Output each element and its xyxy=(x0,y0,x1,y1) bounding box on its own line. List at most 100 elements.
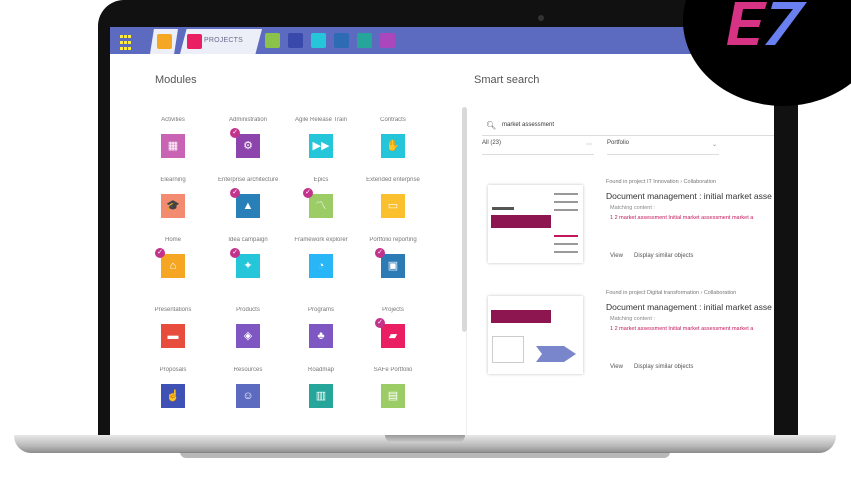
result-location: Found in project Digital transformation … xyxy=(606,290,737,296)
map-icon[interactable]: ▥ xyxy=(309,384,333,408)
chevron-down-icon: ⌄ xyxy=(711,142,717,148)
search-result[interactable]: Found in project Digital transformation … xyxy=(482,286,774,386)
module-glyph: ▤ xyxy=(387,389,399,402)
filter-all-select[interactable]: All (23) ⋯ xyxy=(482,140,594,155)
module-glyph: ▥ xyxy=(315,389,327,402)
module-glyph: 〽 xyxy=(315,199,327,212)
briefcase-shortcut-icon[interactable] xyxy=(334,33,349,48)
hand-icon[interactable]: ☝ xyxy=(161,384,185,408)
module-projects[interactable]: Projects ▰ ✓ xyxy=(363,307,423,348)
module-glyph: ▦ xyxy=(167,139,179,152)
result-thumbnail[interactable] xyxy=(488,296,583,374)
tab-projects-label: PROJECTS xyxy=(204,37,243,44)
tab-home[interactable] xyxy=(150,29,178,54)
module-contracts[interactable]: Contracts ✋ xyxy=(363,117,423,158)
laptop-notch xyxy=(385,435,465,443)
module-home[interactable]: Home ⌂ ✓ xyxy=(143,237,203,278)
search-result[interactable]: Found in project IT Innovation › Collabo… xyxy=(482,175,774,275)
module-proposals[interactable]: Proposals ☝ xyxy=(143,367,203,408)
view-link[interactable]: View xyxy=(610,253,623,259)
module-glyph: ◔ xyxy=(317,259,325,272)
shapes-icon[interactable]: ▲ ✓ xyxy=(230,188,260,218)
module-administration[interactable]: Administration ⚙ ✓ xyxy=(218,117,278,158)
module-resources[interactable]: Resources ☺ xyxy=(218,367,278,408)
similar-objects-link[interactable]: Display similar objects xyxy=(634,253,693,259)
box-icon[interactable]: ◈ xyxy=(236,324,260,348)
module-idea-campaign[interactable]: Idea campaign ✦ ✓ xyxy=(218,237,278,278)
filter-type-select[interactable]: Portfolio ⌄ xyxy=(607,140,719,155)
tab-projects[interactable]: PROJECTS xyxy=(180,29,262,54)
laptop-shadow xyxy=(180,452,670,458)
view-link[interactable]: View xyxy=(610,364,623,370)
module-glyph: ☝ xyxy=(166,389,180,402)
graduation-icon[interactable]: 🎓 xyxy=(161,194,185,218)
module-glyph: ⌂ xyxy=(169,259,177,272)
result-snippet: 1 2 market assessment Initial market ass… xyxy=(610,326,754,332)
train-icon[interactable]: ▶▶ xyxy=(309,134,333,158)
module-glyph: ✋ xyxy=(386,139,400,152)
module-activities[interactable]: Activities ▦ xyxy=(143,117,203,158)
module-glyph: ▰ xyxy=(388,329,398,342)
module-products[interactable]: Products ◈ xyxy=(218,307,278,348)
reporting-shortcut-icon[interactable] xyxy=(288,33,303,48)
folder-icon[interactable]: ▰ ✓ xyxy=(375,318,405,348)
epics-shortcut-icon[interactable] xyxy=(265,33,280,48)
module-framework-explorer[interactable]: Framework explorer ◔ xyxy=(291,237,351,278)
module-agile-release-train[interactable]: Agile Release Train ▶▶ xyxy=(291,117,351,158)
module-label: Idea campaign xyxy=(228,237,268,243)
screen-icon[interactable]: ▭ xyxy=(381,194,405,218)
idea-shortcut-icon[interactable] xyxy=(311,33,326,48)
module-glyph: ▭ xyxy=(387,199,399,212)
easel-icon[interactable]: ▬ xyxy=(161,324,185,348)
search-input[interactable]: market assessment xyxy=(502,122,554,128)
group-icon[interactable]: ♣ xyxy=(309,324,333,348)
gear-shortcut-icon[interactable] xyxy=(380,33,395,48)
modules-heading: Modules xyxy=(155,74,197,86)
smart-search-heading: Smart search xyxy=(474,74,540,86)
module-elearning[interactable]: Elearning 🎓 xyxy=(143,177,203,218)
module-presentations[interactable]: Presentations ▬ xyxy=(143,307,203,348)
briefcase-icon[interactable]: ▣ ✓ xyxy=(375,248,405,278)
result-location: Found in project IT Innovation › Collabo… xyxy=(606,179,716,185)
handshake-icon[interactable]: ✋ xyxy=(381,134,405,158)
checkmark-icon: ✓ xyxy=(303,188,313,198)
pie-icon[interactable]: ◔ xyxy=(309,254,333,278)
module-label: Portfolio reporting xyxy=(369,237,417,243)
module-glyph: ◈ xyxy=(243,329,253,342)
search-icon: 🔍︎ xyxy=(486,121,497,130)
module-glyph: ☺ xyxy=(242,389,254,402)
e7-logo-icon xyxy=(727,2,807,45)
bulb-icon[interactable]: ✦ ✓ xyxy=(230,248,260,278)
archive-icon[interactable]: ▤ xyxy=(381,384,405,408)
module-enterprise-architecture[interactable]: Enterprise architecture ▲ ✓ xyxy=(218,177,278,218)
chart-icon[interactable]: 〽 ✓ xyxy=(303,188,333,218)
gear-icon[interactable]: ⚙ ✓ xyxy=(230,128,260,158)
checkmark-icon: ✓ xyxy=(375,248,385,258)
module-label: Epics xyxy=(313,177,329,183)
folder-icon xyxy=(187,34,202,49)
result-title[interactable]: Document management : initial market ass… xyxy=(606,191,772,201)
module-roadmap[interactable]: Roadmap ▥ xyxy=(291,367,351,408)
module-portfolio-reporting[interactable]: Portfolio reporting ▣ ✓ xyxy=(363,237,423,278)
checkmark-icon: ✓ xyxy=(230,128,240,138)
scrollbar[interactable] xyxy=(462,107,467,332)
filter-all-value: All (23) xyxy=(482,140,502,146)
similar-objects-link[interactable]: Display similar objects xyxy=(634,364,693,370)
result-thumbnail[interactable] xyxy=(488,185,583,263)
result-title[interactable]: Document management : initial market ass… xyxy=(606,302,772,312)
architecture-shortcut-icon[interactable] xyxy=(357,33,372,48)
module-safe-portfolio[interactable]: SAFe Portfolio ▤ xyxy=(363,367,423,408)
result-snippet: 1 2 market assessment Initial market ass… xyxy=(610,215,754,221)
app-grid-icon[interactable] xyxy=(120,35,134,52)
home-icon[interactable]: ⌂ ✓ xyxy=(155,248,185,278)
module-programs[interactable]: Programs ♣ xyxy=(291,307,351,348)
document-icon[interactable]: ▦ xyxy=(161,134,185,158)
checkmark-icon: ✓ xyxy=(155,248,165,258)
search-box[interactable]: 🔍︎ market assessment xyxy=(482,117,774,136)
module-extended-enterprise[interactable]: Extended enterprise ▭ xyxy=(363,177,423,218)
module-glyph: ▶▶ xyxy=(312,139,330,152)
people-icon[interactable]: ☺ xyxy=(236,384,260,408)
module-epics[interactable]: Epics 〽 ✓ xyxy=(291,177,351,218)
module-label: Proposals xyxy=(159,367,187,373)
home-icon xyxy=(157,34,172,49)
